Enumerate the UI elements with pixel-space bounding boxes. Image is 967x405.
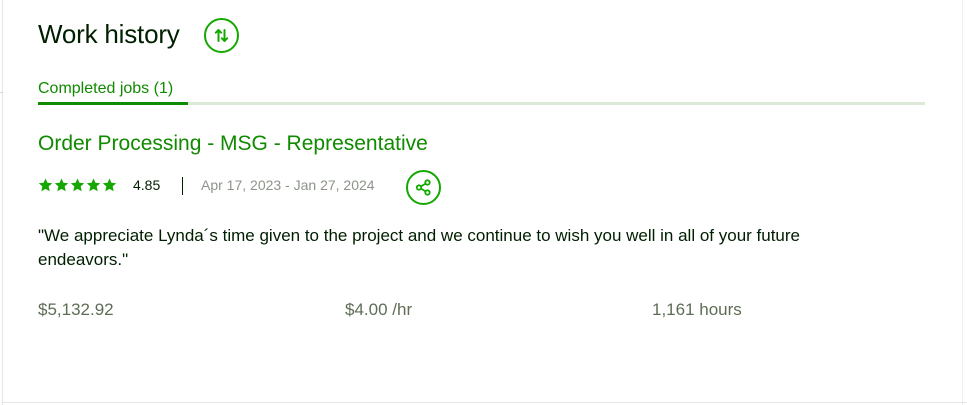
hours-worked: 1,161 hours [652,300,742,319]
star-icon [102,178,117,192]
tab-completed-jobs[interactable]: Completed jobs (1) [38,78,188,105]
frame-left-border [2,0,3,405]
meta-divider [182,177,183,195]
share-icon [415,179,431,196]
star-icon [54,178,69,192]
star-icon [86,178,101,192]
earned-amount: $5,132.92 [38,300,114,319]
frame-right-border [962,0,963,405]
active-tab-indicator [38,102,188,105]
job-meta: 4.85 Apr 17, 2023 - Jan 27, 2024 [38,170,458,205]
sort-button[interactable] [204,18,239,53]
star-icon [38,178,53,192]
share-button[interactable] [406,170,441,205]
job-title-link[interactable]: Order Processing - MSG - Representative [38,132,428,156]
frame-bottom-border [2,402,967,403]
star-rating [38,178,117,192]
job-dates: Apr 17, 2023 - Jan 27, 2024 [201,177,375,193]
section-title: Work history [38,18,180,49]
client-feedback: "We appreciate Lynda´s time given to the… [38,226,801,269]
tab-label: Completed jobs (1) [38,80,174,97]
job-stats: $5,132.92 $4.00 /hr 1,161 hours [38,300,798,324]
rating-value: 4.85 [133,177,161,193]
sort-up-down-icon [214,29,229,42]
hourly-rate: $4.00 /hr [345,300,413,319]
tabs-bar: Completed jobs (1) [38,78,925,106]
frame-left-tick [0,92,3,93]
work-history-header: Work history [38,16,180,52]
star-icon [70,178,85,192]
